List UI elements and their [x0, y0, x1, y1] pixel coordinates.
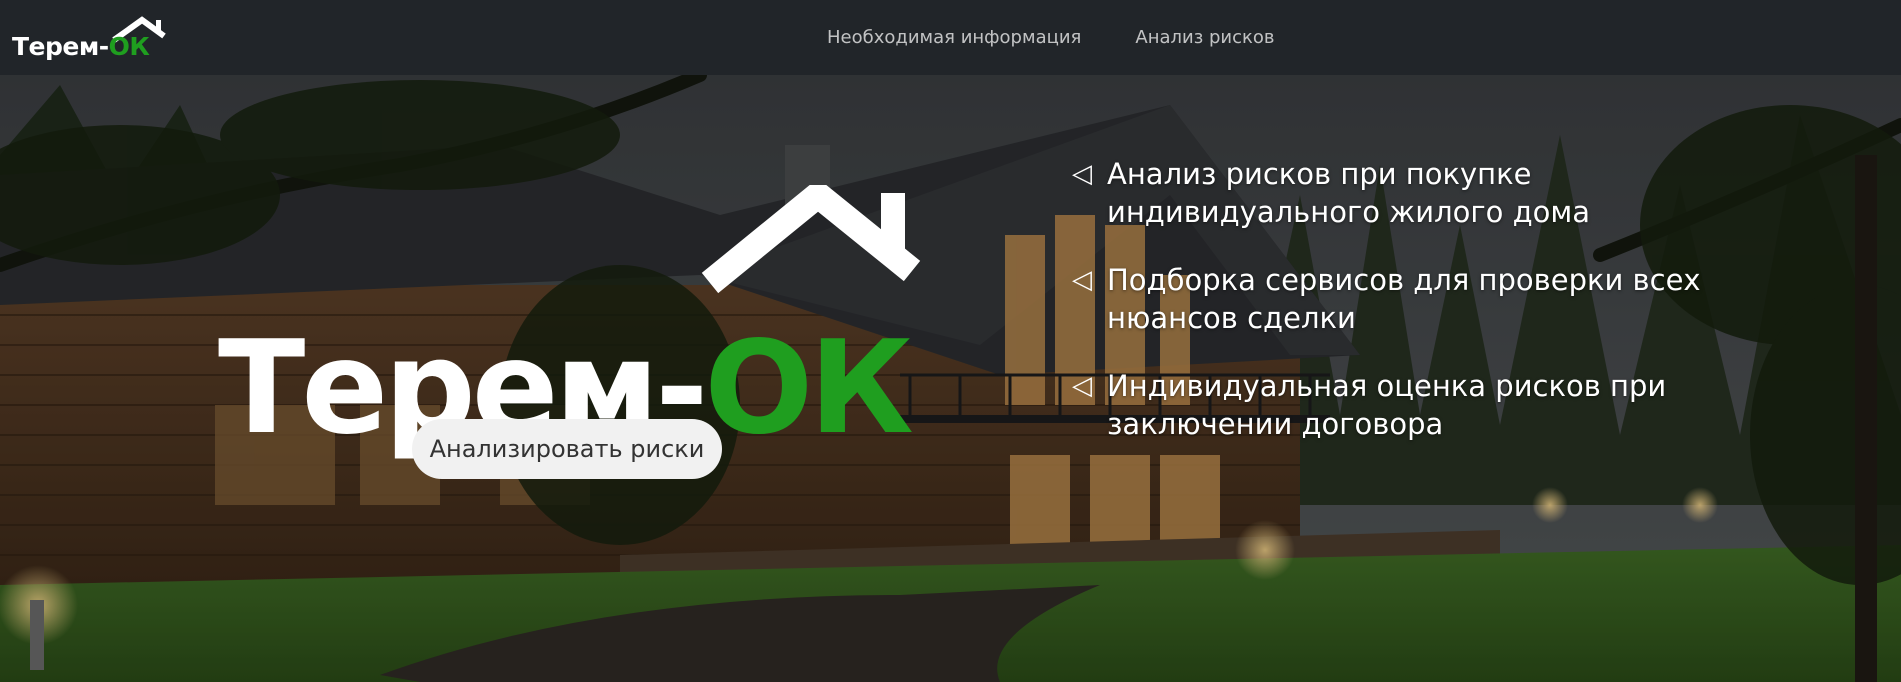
- brand-text-accent: ОК: [108, 32, 150, 61]
- feature-list: ◁ Анализ рисков при покупке индивидуальн…: [1072, 155, 1712, 473]
- nav-links: Необходимая информация Анализ рисков: [800, 0, 1302, 75]
- feature-text: Подборка сервисов для проверки всех нюан…: [1107, 263, 1701, 335]
- feature-item: ◁ Подборка сервисов для проверки всех ню…: [1072, 261, 1712, 337]
- navbar: Терем-ОК Необходимая информация Анализ р…: [0, 0, 1901, 75]
- triangle-left-icon: ◁: [1072, 265, 1092, 295]
- feature-text: Индивидуальная оценка рисков при заключе…: [1107, 369, 1667, 441]
- nav-link-risk-analysis[interactable]: Анализ рисков: [1108, 27, 1301, 48]
- hero-section: Терем-ОК Анализировать риски ◁ Анализ ри…: [0, 75, 1901, 682]
- triangle-left-icon: ◁: [1072, 371, 1092, 401]
- house-roof-icon: [701, 185, 921, 294]
- feature-text: Анализ рисков при покупке индивидуальног…: [1107, 157, 1591, 229]
- analyze-risks-button[interactable]: Анализировать риски: [412, 419, 722, 479]
- brand-text: Терем-ОК: [12, 32, 150, 61]
- hero-logo-text-accent: ОК: [704, 314, 913, 463]
- feature-item: ◁ Индивидуальная оценка рисков при заклю…: [1072, 367, 1712, 443]
- brand-text-main: Терем-: [12, 32, 109, 61]
- nav-link-info[interactable]: Необходимая информация: [800, 27, 1108, 48]
- brand-logo[interactable]: Терем-ОК: [12, 16, 166, 62]
- triangle-left-icon: ◁: [1072, 159, 1092, 189]
- feature-item: ◁ Анализ рисков при покупке индивидуальн…: [1072, 155, 1712, 231]
